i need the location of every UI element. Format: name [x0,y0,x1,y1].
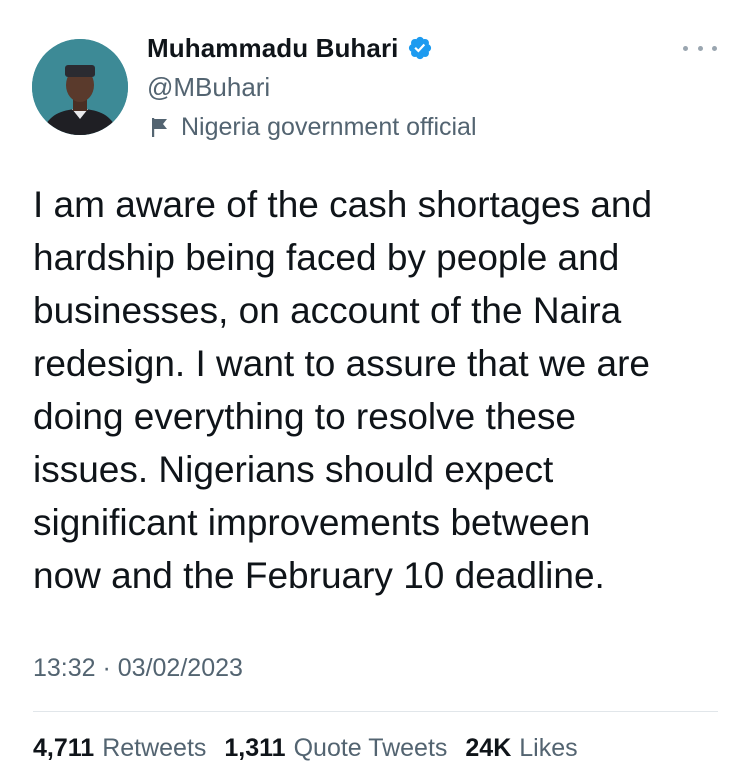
more-dot [683,45,688,51]
likes-label: Likes [519,734,578,762]
more-options-icon[interactable] [683,40,717,56]
verified-badge-icon [407,35,433,61]
user-handle[interactable]: @MBuhari [147,69,627,105]
more-dot [697,45,703,51]
affiliation-label: Nigeria government official [147,109,627,145]
name-row: Muhammadu Buhari [147,28,627,68]
affiliation-text: Nigeria government official [181,112,477,141]
likes-count: 24K [465,734,512,762]
engagement-stats: 4,711 Retweets 1,311 Quote Tweets 24K Li… [33,730,596,766]
quote-tweets-label: Quote Tweets [293,734,448,762]
tweet-header: Muhammadu Buhari @MBuhari Nigeria govern… [147,28,627,145]
tweet-timestamp[interactable]: 13:32 · 03/02/2023 [33,650,243,686]
tweet-text: I am aware of the cash shortages and har… [33,184,653,596]
flag-icon [147,115,171,139]
tweet-card: Muhammadu Buhari @MBuhari Nigeria govern… [0,0,750,775]
retweets-stat[interactable]: 4,711 Retweets [33,730,206,766]
avatar[interactable] [32,39,128,135]
display-name[interactable]: Muhammadu Buhari [147,33,399,64]
retweets-count: 4,711 [33,734,95,762]
likes-stat[interactable]: 24K Likes [465,730,577,766]
retweets-label: Retweets [102,734,207,762]
quote-tweets-count: 1,311 [224,734,286,762]
avatar-image [32,39,128,135]
divider [33,711,718,712]
more-dot [712,45,717,51]
quote-tweets-stat[interactable]: 1,311 Quote Tweets [224,730,447,766]
